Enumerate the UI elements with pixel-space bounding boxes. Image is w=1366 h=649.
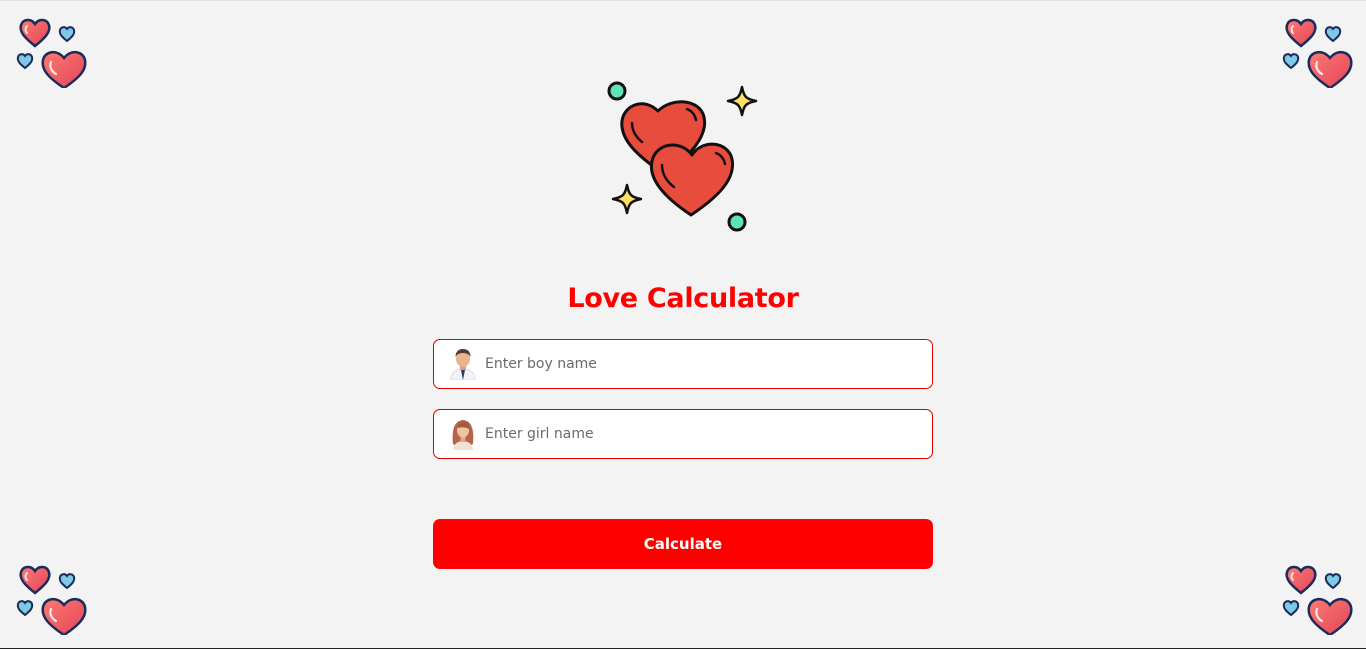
hearts-cluster-icon [16,565,87,635]
girl-avatar-icon [452,420,474,450]
boy-name-input[interactable] [485,340,932,388]
hearts-cluster-icon [16,18,87,88]
page-title: Love Calculator [567,283,799,315]
boy-avatar-icon [450,349,476,380]
girl-name-field[interactable] [433,409,933,459]
girl-name-input[interactable] [485,410,932,458]
boy-name-field[interactable] [433,339,933,389]
calculate-button[interactable]: Calculate [433,519,933,569]
love-calculator-page: Love Calculator Calculate [0,0,1366,649]
hearts-cluster-icon [1282,565,1353,635]
two-hearts-sparkles-icon [607,81,758,232]
hearts-cluster-icon [1282,18,1353,88]
